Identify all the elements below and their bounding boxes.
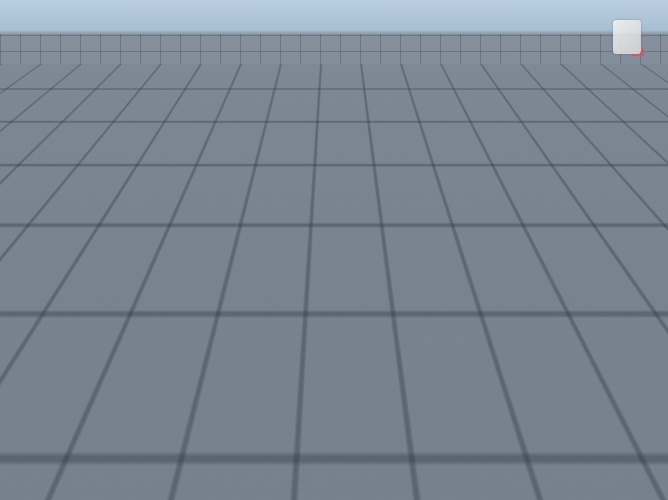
team-preview-image — [280, 173, 522, 235]
team-item-label: REBELS — [487, 278, 519, 287]
menu-item-label: STATISTICS — [203, 268, 248, 277]
teams-panel-header: X TEAMS — [276, 157, 524, 169]
menu-item-prisoner-regulations[interactable]: PRISONER REGULATIONS — [11, 215, 255, 248]
team-item-label: PRISONERS — [472, 248, 519, 257]
corner-triangle-icon — [248, 241, 254, 247]
play-button[interactable]: PLAY — [458, 385, 525, 410]
game-title: NOVA PROSPEKT — [10, 127, 157, 147]
team-item-rebels[interactable]: REBELS — [277, 269, 524, 295]
panel-corner-mark — [507, 372, 521, 375]
menu-item-play-choose-team[interactable]: PLAY / CHOOSE TEAM — [5, 173, 259, 206]
team-item-combine[interactable]: COMBINE — [277, 299, 524, 325]
menu-divider — [11, 249, 255, 255]
menu-item-credits[interactable]: CREDITS — [11, 298, 255, 331]
preview-character-cap — [390, 176, 414, 183]
corner-triangle-icon — [248, 324, 254, 330]
team-item-synth-actors[interactable]: SYNTH ACTORS — [277, 329, 524, 355]
close-icon[interactable]: X — [279, 159, 284, 166]
preview-character-body — [367, 201, 437, 234]
menu-divider — [11, 209, 255, 211]
view-cube-icon[interactable] — [613, 20, 641, 54]
team-item-label: SYNTH ACTORS — [456, 338, 519, 347]
corner-triangle-icon — [518, 319, 523, 324]
menu-empty-area — [9, 332, 256, 376]
teams-panel-title: TEAMS — [495, 159, 520, 166]
menu-item-label: PRISONER REGULATIONS — [146, 227, 248, 236]
menu-top-divider — [9, 167, 256, 172]
floor-grid — [0, 34, 668, 64]
corner-triangle-icon — [518, 289, 523, 294]
menu-divider — [11, 290, 255, 296]
corner-triangle-icon — [248, 282, 254, 288]
corner-triangle-icon — [518, 259, 523, 264]
view-cube-accent — [632, 48, 644, 56]
teams-panel: X TEAMS PRISONERS REBELS COMBINE SYNTH A… — [275, 156, 525, 378]
menu-item-statistics[interactable]: STATISTICS — [11, 256, 255, 289]
main-menu-panel: PLAY / CHOOSE TEAM PRISONER REGULATIONS … — [8, 156, 257, 377]
menu-top-bar — [9, 157, 256, 167]
team-item-prisoners[interactable]: PRISONERS — [277, 239, 524, 265]
menu-item-label: PLAY / CHOOSE TEAM — [151, 185, 249, 195]
corner-triangle-icon — [518, 349, 523, 354]
current-team-status: CURRENT TEAM: N/A — [275, 385, 438, 410]
menu-item-label: CREDITS — [213, 310, 248, 319]
team-item-label: COMBINE — [481, 308, 519, 317]
